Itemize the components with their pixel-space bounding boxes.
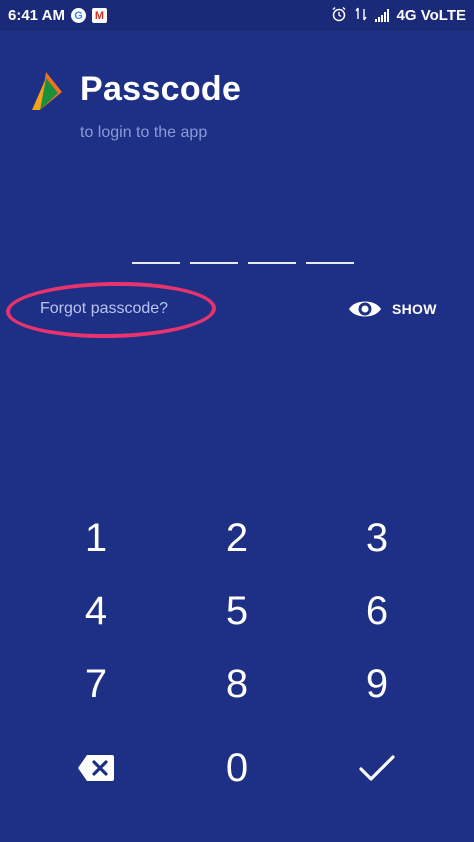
passcode-slot-3 <box>248 262 296 264</box>
key-1[interactable]: 1 <box>46 508 146 568</box>
key-8[interactable]: 8 <box>187 654 287 714</box>
page-title: Passcode <box>80 70 242 108</box>
page-subtitle: to login to the app <box>80 124 208 141</box>
gmail-icon: M <box>91 8 107 23</box>
key-9[interactable]: 9 <box>327 654 427 714</box>
key-5[interactable]: 5 <box>187 581 287 641</box>
status-bar: 6:41 AM G M 4G VoLTE <box>0 0 474 31</box>
checkmark-icon <box>359 755 395 781</box>
passcode-slot-4 <box>306 262 354 264</box>
show-label: SHOW <box>392 301 437 317</box>
eye-icon <box>349 301 381 317</box>
key-7[interactable]: 7 <box>46 654 146 714</box>
passcode-slot-1 <box>132 262 180 264</box>
data-arrows-icon <box>354 6 367 26</box>
key-3[interactable]: 3 <box>327 508 427 568</box>
status-time: 6:41 AM <box>8 7 65 24</box>
backspace-icon <box>78 755 114 781</box>
passcode-input[interactable] <box>132 262 354 264</box>
alarm-icon <box>331 6 347 26</box>
forgot-passcode-link[interactable]: Forgot passcode? <box>40 300 168 318</box>
key-4[interactable]: 4 <box>46 581 146 641</box>
google-icon: G <box>70 8 86 23</box>
key-2[interactable]: 2 <box>187 508 287 568</box>
show-passcode-button[interactable]: SHOW <box>348 297 437 321</box>
passcode-slot-2 <box>190 262 238 264</box>
network-type: 4G VoLTE <box>396 7 466 24</box>
key-0[interactable]: 0 <box>187 738 287 798</box>
submit-button[interactable] <box>327 738 427 798</box>
backspace-button[interactable] <box>46 738 146 798</box>
signal-icon <box>374 9 389 22</box>
app-logo-icon <box>32 72 62 110</box>
key-6[interactable]: 6 <box>327 581 427 641</box>
